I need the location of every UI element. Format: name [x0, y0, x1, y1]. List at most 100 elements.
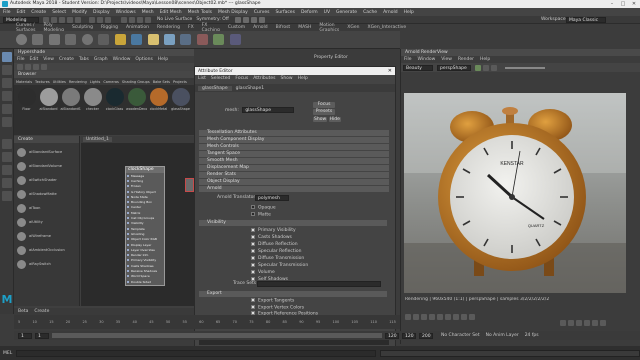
- create-node-item[interactable]: aiUtility: [14, 215, 79, 229]
- select-object-icon[interactable]: [97, 16, 103, 23]
- create-node-item[interactable]: aiRaySwitch: [14, 257, 79, 271]
- ae-menu-item[interactable]: List: [198, 76, 206, 81]
- attr-port-icon[interactable]: [127, 254, 129, 257]
- menu-item[interactable]: Edit: [17, 10, 26, 15]
- shelf-camera-icon[interactable]: [229, 34, 241, 45]
- ae-menu-item[interactable]: Focus: [235, 76, 248, 81]
- step-back-icon[interactable]: [568, 320, 574, 326]
- maximize-button[interactable]: □: [619, 1, 627, 7]
- hypershade-menu-item[interactable]: File: [17, 57, 25, 62]
- crop-region-icon[interactable]: [491, 64, 497, 71]
- shelf-tab[interactable]: Rigging: [101, 25, 118, 30]
- browser-tab[interactable]: Utilities: [53, 80, 66, 84]
- play-back-icon[interactable]: [576, 320, 582, 326]
- shelf-tab[interactable]: Sculpting: [72, 25, 93, 30]
- hypershade-menu-item[interactable]: Window: [113, 57, 131, 62]
- renderview-menu-item[interactable]: Help: [480, 57, 490, 62]
- visibility-checkbox[interactable]: [251, 248, 255, 253]
- matte-row[interactable]: Matte: [251, 212, 271, 218]
- attr-port-icon[interactable]: [127, 190, 129, 193]
- visibility-row[interactable]: Primary Visibility: [195, 227, 395, 234]
- vp-shadows-icon[interactable]: [453, 313, 459, 320]
- menu-item[interactable]: Surfaces: [275, 10, 295, 15]
- ae-tab-main[interactable]: glassShape: [198, 85, 232, 91]
- rotate-tool-icon[interactable]: [2, 104, 12, 114]
- shelf-render-icon[interactable]: [180, 34, 192, 45]
- menu-item[interactable]: Select: [52, 10, 66, 15]
- exposure-slider[interactable]: [505, 66, 545, 69]
- browser-tab[interactable]: Materials: [16, 80, 32, 84]
- shelf-tab[interactable]: Bifrost: [276, 25, 291, 30]
- menu-item[interactable]: Arnold: [383, 10, 398, 15]
- visibility-checkbox[interactable]: [251, 269, 255, 274]
- go-start-icon[interactable]: [560, 320, 566, 326]
- menu-item[interactable]: Curves: [254, 10, 270, 15]
- visibility-row[interactable]: Specular Reflection: [195, 248, 395, 255]
- vp-camera-icon[interactable]: [405, 313, 411, 320]
- add-selected-icon[interactable]: [33, 64, 39, 70]
- ae-close-button[interactable]: ✕: [388, 68, 392, 74]
- node-attr-row[interactable]: Double Sided: [126, 279, 164, 284]
- shelf-tab[interactable]: Rendering: [157, 25, 180, 30]
- visibility-checkbox[interactable]: [251, 241, 255, 246]
- shelf-area-light-icon[interactable]: [147, 34, 159, 45]
- range-end-field[interactable]: 120: [385, 332, 399, 339]
- attr-port-icon[interactable]: [127, 227, 129, 230]
- attr-port-icon[interactable]: [127, 243, 129, 246]
- minimize-button[interactable]: –: [608, 1, 616, 7]
- outliner-layout-icon[interactable]: [2, 165, 12, 175]
- opaque-row[interactable]: Opaque: [251, 205, 276, 211]
- symmetry-label[interactable]: Symmetry: Off: [196, 17, 229, 22]
- hypershade-menu-item[interactable]: Options: [135, 57, 152, 62]
- attr-port-icon[interactable]: [127, 280, 129, 283]
- shelf-mesh-light-icon[interactable]: [163, 34, 175, 45]
- shelf-tab[interactable]: FX: [188, 25, 194, 30]
- menu-item[interactable]: File: [3, 10, 11, 15]
- go-end-icon[interactable]: [600, 320, 606, 326]
- ae-section-header[interactable]: Mesh Controls: [199, 144, 389, 150]
- shelf-tab[interactable]: XGen_Interactive: [367, 25, 406, 30]
- menu-item[interactable]: Mesh: [142, 10, 154, 15]
- ae-menu-item[interactable]: Attributes: [253, 76, 275, 81]
- hypershade-menu-item[interactable]: Tabs: [79, 57, 89, 62]
- visibility-section[interactable]: Visibility: [199, 220, 387, 226]
- vp-grid-icon[interactable]: [413, 313, 419, 320]
- vp-isolate-icon[interactable]: [461, 313, 467, 320]
- attr-port-icon[interactable]: [127, 222, 129, 225]
- hypershade-menu-item[interactable]: View: [43, 57, 54, 62]
- attr-port-icon[interactable]: [127, 232, 129, 235]
- shape-node[interactable]: clockShape Message Caching Frozen Is Histor…: [125, 166, 165, 286]
- end-time-field[interactable]: 120: [402, 332, 416, 339]
- ae-menu-item[interactable]: Show: [280, 76, 292, 81]
- attr-port-icon[interactable]: [127, 195, 129, 198]
- ae-section-header[interactable]: Displacement Map: [199, 165, 389, 171]
- shelf-tab[interactable]: XGen: [347, 25, 359, 30]
- shelf-skydome-icon[interactable]: [131, 34, 143, 45]
- hypershade-menu-item[interactable]: Edit: [30, 57, 39, 62]
- range-slider-bar[interactable]: [52, 333, 382, 338]
- shelf-tab[interactable]: MASH: [298, 25, 311, 30]
- material-swatch[interactable]: woodenDeco: [126, 87, 147, 133]
- shelf-sphere-icon[interactable]: [16, 34, 27, 45]
- browser-tab[interactable]: Projects: [173, 80, 187, 84]
- export-checkbox[interactable]: [251, 304, 255, 309]
- attr-port-icon[interactable]: [127, 269, 129, 272]
- graph-layout-icon[interactable]: [2, 191, 12, 201]
- attr-port-icon[interactable]: [127, 206, 129, 209]
- vp-smooth-icon[interactable]: [429, 313, 435, 320]
- shelf-tab[interactable]: Arnold: [253, 25, 268, 30]
- visibility-checkbox[interactable]: [251, 255, 255, 260]
- beta-tab[interactable]: Beta: [18, 309, 28, 314]
- create-node-item[interactable]: aiStandardSurface: [14, 145, 79, 159]
- fps-dropdown[interactable]: 24 fps: [525, 333, 539, 338]
- visibility-checkbox[interactable]: [251, 262, 255, 267]
- shelf-shader-icon[interactable]: [196, 34, 208, 45]
- ae-tab-secondary[interactable]: glassShape1: [232, 86, 269, 91]
- move-tool-icon[interactable]: [2, 91, 12, 101]
- hypershade-menu-item[interactable]: Create: [59, 57, 74, 62]
- show-button[interactable]: Show: [313, 117, 328, 122]
- create-tab[interactable]: Create: [34, 309, 49, 314]
- browser-tab[interactable]: Bake Sets: [153, 80, 170, 84]
- browser-tab[interactable]: Cameras: [103, 80, 119, 84]
- ae-section-header[interactable]: Tangent Space: [199, 151, 389, 157]
